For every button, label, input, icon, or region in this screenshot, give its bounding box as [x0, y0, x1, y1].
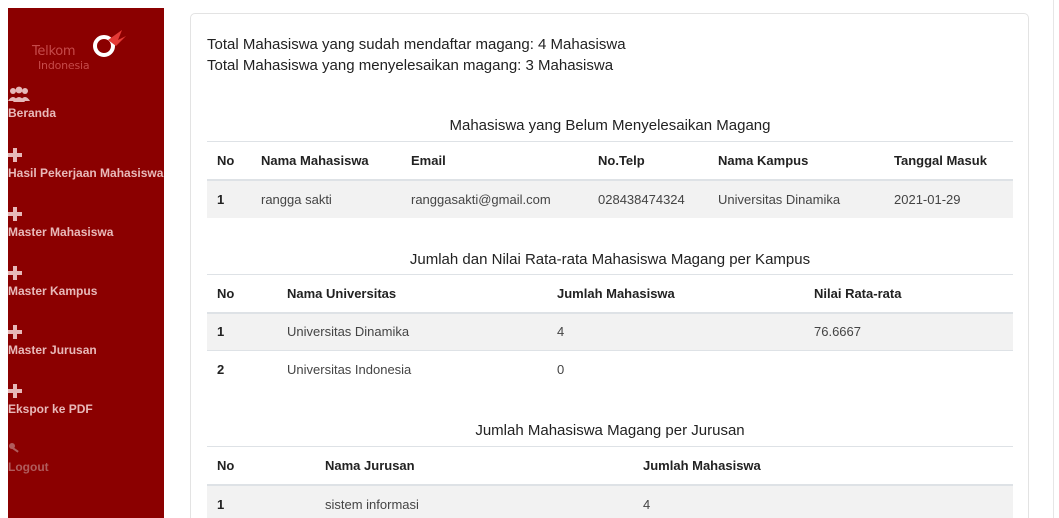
table-row: 1 rangga sakti ranggasakti@gmail.com 028… [207, 179, 1013, 218]
table-row: 1 Universitas Dinamika 4 76.6667 [207, 312, 1013, 351]
summary-registered: Total Mahasiswa yang sudah mendaftar mag… [207, 36, 626, 53]
sidebar-item-beranda[interactable]: Beranda [8, 86, 164, 120]
column-header: Email [401, 141, 588, 181]
table-cell: 4 [633, 484, 1013, 518]
sidebar-item-master-mahasiswa[interactable]: Master Mahasiswa [8, 205, 164, 239]
sidebar-item-ekspor-pdf[interactable]: Ekspor ke PDF [8, 382, 164, 416]
column-header: No [207, 141, 251, 181]
table-cell: Universitas Dinamika [708, 179, 884, 218]
table-cell: 1 [207, 484, 315, 518]
logo-text-telkom: Telkom [32, 44, 76, 59]
section-title-per-jurusan: Jumlah Mahasiswa Magang per Jurusan [475, 422, 745, 439]
plus-icon [8, 384, 22, 398]
column-header: No.Telp [588, 141, 708, 181]
sidebar-item-logout[interactable]: Logout [8, 440, 164, 474]
telkom-logo: Telkom Indonesia [28, 28, 138, 84]
sidebar-item-label: Beranda [8, 106, 57, 120]
sidebar-item-label: Hasil Pekerjaan Mahasiswa [8, 166, 164, 180]
sidebar-item-label: Master Mahasiswa [8, 225, 114, 239]
sidebar-item-master-jurusan[interactable]: Master Jurusan [8, 323, 164, 357]
table-per-kampus: No Nama Universitas Jumlah Mahasiswa Nil… [207, 274, 1013, 389]
sidebar-item-master-kampus[interactable]: Master Kampus [8, 264, 164, 298]
table-belum-selesai: No Nama Mahasiswa Email No.Telp Nama Kam… [207, 141, 1013, 218]
table-header-row: No Nama Mahasiswa Email No.Telp Nama Kam… [207, 141, 1013, 181]
column-header: Nama Jurusan [315, 446, 633, 486]
table-cell: 4 [547, 312, 804, 351]
column-header: Tanggal Masuk [884, 141, 1013, 181]
sidebar-item-label: Ekspor ke PDF [8, 402, 93, 416]
table-cell: Universitas Dinamika [277, 312, 547, 351]
column-header: Nama Mahasiswa [251, 141, 401, 181]
table-cell: 1 [207, 312, 277, 351]
column-header: Jumlah Mahasiswa [547, 274, 804, 314]
plus-icon [8, 148, 22, 162]
table-cell: Universitas Indonesia [277, 350, 547, 389]
page: Telkom Indonesia Beranda Hasil Pekerjaan… [0, 0, 1059, 518]
table-cell: 1 [207, 179, 251, 218]
dashboard-card: Total Mahasiswa yang sudah mendaftar mag… [190, 13, 1029, 518]
section-title-belum-selesai: Mahasiswa yang Belum Menyelesaikan Magan… [449, 117, 771, 134]
table-cell: 2 [207, 350, 277, 389]
table-cell: 028438474324 [588, 179, 708, 218]
table-cell: 76.6667 [804, 312, 1013, 351]
users-icon [8, 86, 30, 102]
table-cell: 0 [547, 350, 804, 389]
column-header: Nilai Rata-rata [804, 274, 1013, 314]
section-title-per-kampus: Jumlah dan Nilai Rata-rata Mahasiswa Mag… [409, 251, 811, 268]
vertical-scrollbar[interactable] [1053, 0, 1059, 518]
sidebar-item-label: Master Jurusan [8, 343, 97, 357]
plus-icon [8, 266, 22, 280]
table-cell: rangga sakti [251, 179, 401, 218]
table-header-row: No Nama Universitas Jumlah Mahasiswa Nil… [207, 274, 1013, 314]
column-header: Nama Kampus [708, 141, 884, 181]
table-cell [804, 350, 1013, 389]
column-header: Nama Universitas [277, 274, 547, 314]
column-header: No [207, 274, 277, 314]
column-header: No [207, 446, 315, 486]
plus-icon [8, 325, 22, 339]
plus-icon [8, 207, 22, 221]
table-header-row: No Nama Jurusan Jumlah Mahasiswa [207, 446, 1013, 486]
table-cell: sistem informasi [315, 484, 633, 518]
summary-block: Total Mahasiswa yang sudah mendaftar mag… [207, 34, 626, 76]
table-cell: ranggasakti@gmail.com [401, 179, 588, 218]
sidebar-item-hasil-pekerjaan[interactable]: Hasil Pekerjaan Mahasiswa [8, 146, 164, 180]
sidebar: Telkom Indonesia Beranda Hasil Pekerjaan… [8, 8, 164, 518]
summary-completed: Total Mahasiswa yang menyelesaikan magan… [207, 57, 614, 74]
sidebar-item-label: Logout [8, 460, 49, 474]
table-per-jurusan: No Nama Jurusan Jumlah Mahasiswa 1 siste… [207, 446, 1013, 518]
table-row: 1 sistem informasi 4 [207, 484, 1013, 518]
key-icon [9, 443, 19, 453]
table-row: 2 Universitas Indonesia 0 [207, 350, 1013, 389]
table-cell: 2021-01-29 [884, 179, 1013, 218]
sidebar-item-label: Master Kampus [8, 284, 98, 298]
logo-text-indonesia: Indonesia [38, 59, 90, 72]
telkom-logo-icon [93, 30, 126, 57]
column-header: Jumlah Mahasiswa [633, 446, 1013, 486]
